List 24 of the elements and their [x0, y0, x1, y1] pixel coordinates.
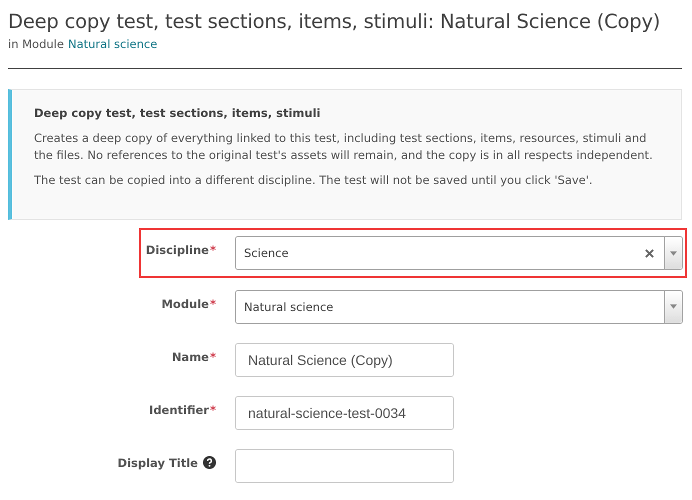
caret-icon[interactable] [670, 250, 677, 256]
text-field[interactable] [235, 448, 454, 482]
info-title: Deep copy test, test sections, items, stimuli [34, 106, 322, 120]
required-mark: * [210, 350, 216, 364]
caret-icon[interactable] [670, 304, 677, 309]
text-field[interactable]: natural-science-test-0034 [235, 396, 454, 430]
field-label: Identifier [149, 402, 209, 416]
required-mark: * [210, 243, 216, 257]
select-field[interactable]: Science [235, 236, 683, 270]
info-paragraph: The test can be copied into a different discipline. The test will not be saved until you click 'Save'. [34, 172, 594, 189]
text-field[interactable]: Natural Science (Copy) [235, 342, 454, 376]
field-label: Module [161, 296, 209, 310]
help-icon[interactable] [203, 456, 216, 469]
subtitle-text: in Module [8, 37, 64, 51]
clear-icon[interactable] [645, 248, 654, 258]
required-mark: * [210, 296, 216, 310]
info-paragraph: Creates a deep copy of everything linked to this test, including test sections, items, resources, stimuli and the files. No references to the original test's assets will remain, and the copy is in all respects independent. [34, 130, 654, 164]
module-link[interactable]: Natural science [68, 37, 158, 51]
required-mark: * [210, 402, 216, 416]
page-title: Deep copy test, test sections, items, stimuli: Natural Science (Copy) [8, 10, 662, 33]
field-label: Name [172, 350, 209, 364]
field-label: Discipline [146, 243, 209, 257]
select-field[interactable]: Natural science [235, 290, 683, 324]
field-label: Display Title [118, 456, 198, 470]
